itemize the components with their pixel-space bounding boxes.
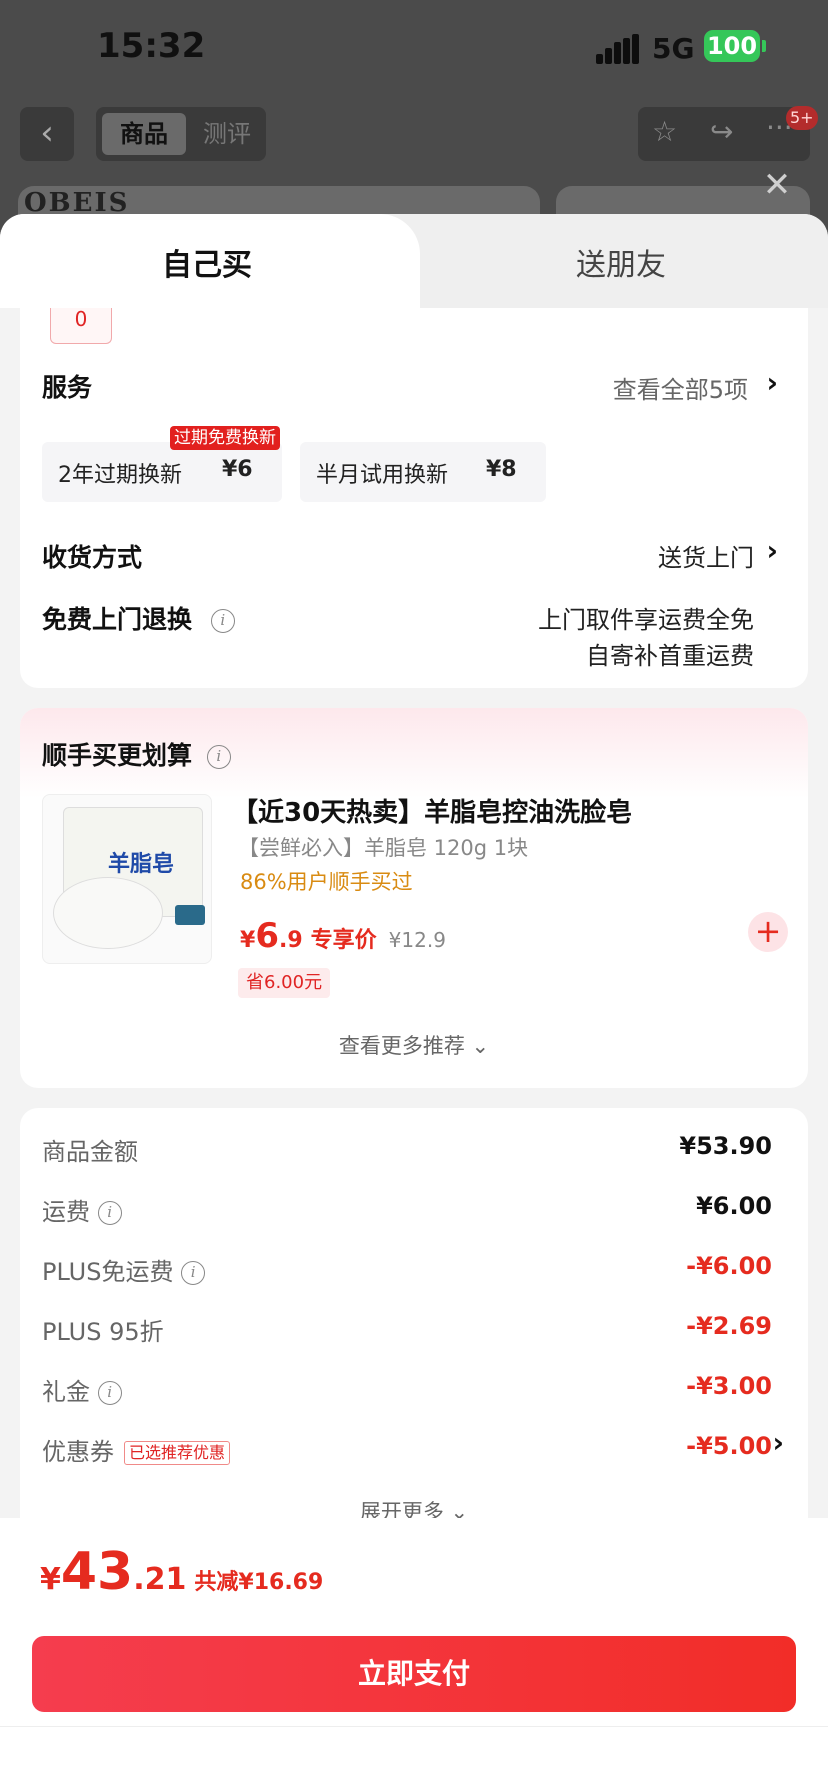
share-icon[interactable]: ↪ bbox=[710, 115, 733, 148]
close-icon[interactable]: ✕ bbox=[760, 168, 794, 202]
service-option-name: 2年过期换新 bbox=[58, 463, 182, 488]
soap-tag-graphic bbox=[175, 905, 205, 925]
price-int: 6 bbox=[255, 916, 279, 956]
tab-gift[interactable]: 送朋友 bbox=[414, 240, 828, 284]
fee-label: 运费 bbox=[42, 1198, 90, 1226]
quantity-stepper[interactable]: 0 bbox=[50, 308, 112, 344]
more-recommendations-label: 查看更多推荐 bbox=[338, 1034, 465, 1058]
service-option-tag: 过期免费换新 bbox=[170, 426, 280, 450]
fee-row: PLUS免运费 i -¥6.00 bbox=[42, 1248, 772, 1288]
status-time: 15:32 bbox=[97, 26, 206, 66]
battery-icon: 100 bbox=[704, 30, 760, 62]
fee-value: ¥6.00 bbox=[696, 1192, 772, 1220]
info-icon[interactable]: i bbox=[206, 745, 231, 769]
fee-row: 礼金 i -¥3.00 bbox=[42, 1368, 772, 1408]
fee-row: PLUS 95折 -¥2.69 bbox=[42, 1308, 772, 1348]
fee-row: 运费 i ¥6.00 bbox=[42, 1188, 772, 1228]
back-icon[interactable]: ‹ bbox=[20, 107, 74, 161]
original-price: ¥12.9 bbox=[388, 928, 446, 952]
fee-value: -¥3.00 bbox=[686, 1372, 772, 1400]
chevron-right-icon[interactable]: › bbox=[766, 534, 778, 567]
save-badge: 省6.00元 bbox=[238, 968, 331, 998]
price-currency: ¥ bbox=[240, 928, 256, 953]
product-hint: 86%用户顺手买过 bbox=[240, 870, 413, 894]
coupon-row[interactable]: 优惠券 已选推荐优惠 -¥5.00 bbox=[42, 1428, 772, 1468]
tab-self[interactable]: 自己买 bbox=[0, 240, 414, 284]
fee-value: -¥6.00 bbox=[686, 1252, 772, 1280]
total-saved: 共减¥16.69 bbox=[194, 1570, 324, 1595]
soap-graphic bbox=[53, 877, 163, 949]
fee-label: PLUS免运费 bbox=[42, 1258, 174, 1286]
signal-icon bbox=[596, 34, 640, 64]
fee-row: 商品金额 ¥53.90 bbox=[42, 1128, 772, 1168]
fee-label-wrap: 优惠券 已选推荐优惠 bbox=[42, 1432, 231, 1467]
product-image[interactable]: 羊脂皂 bbox=[42, 794, 212, 964]
battery-tip bbox=[762, 40, 766, 52]
fee-card: 商品金额 ¥53.90 运费 i ¥6.00 PLUS免运费 i -¥6.00 … bbox=[20, 1108, 808, 1528]
service-card: 0 服务 查看全部5项 › 2年过期换新 ¥6 过期免费换新 半月试用换新 ¥8… bbox=[20, 308, 808, 688]
fee-label: 商品金额 bbox=[42, 1138, 138, 1166]
fee-value: -¥2.69 bbox=[686, 1312, 772, 1340]
free-return-line1: 上门取件享运费全免 bbox=[538, 606, 754, 634]
product-subtitle: 【尝鲜必入】羊脂皂 120g 1块 bbox=[238, 836, 529, 860]
addon-title: 顺手买更划算 bbox=[42, 741, 193, 770]
divider bbox=[0, 1726, 828, 1727]
fee-value: -¥5.00 bbox=[686, 1432, 772, 1460]
service-option[interactable]: 2年过期换新 ¥6 bbox=[42, 442, 282, 502]
free-return-title: 免费上门退换 i bbox=[42, 600, 235, 636]
free-return-line2: 自寄补首重运费 bbox=[586, 642, 754, 670]
coupon-tag: 已选推荐优惠 bbox=[124, 1441, 231, 1465]
price-dec: .9 bbox=[278, 928, 303, 953]
star-icon[interactable]: ☆ bbox=[652, 115, 677, 148]
total-price: ¥43.21 共减¥16.69 bbox=[40, 1542, 323, 1602]
info-icon[interactable]: i bbox=[210, 609, 235, 633]
fee-label: PLUS 95折 bbox=[42, 1318, 164, 1346]
free-return-label: 免费上门退换 bbox=[42, 605, 193, 634]
pay-button[interactable]: 立即支付 bbox=[32, 1636, 796, 1712]
chevron-down-icon: ⌄ bbox=[471, 1034, 490, 1058]
addon-card: 顺手买更划算 i 羊脂皂 【近30天热卖】羊脂皂控油洗脸皂 【尝鲜必入】羊脂皂 … bbox=[20, 708, 808, 1088]
more-recommendations[interactable]: 查看更多推荐 ⌄ bbox=[20, 1030, 808, 1060]
service-option-price: ¥8 bbox=[486, 457, 517, 482]
top-actions: ☆ ↪ ··· bbox=[638, 107, 810, 161]
product-price: ¥6.9 专享价 ¥12.9 bbox=[240, 916, 446, 956]
message-badge: 5+ bbox=[786, 106, 818, 130]
segment-product[interactable]: 商品 bbox=[102, 113, 186, 155]
info-icon[interactable]: i bbox=[97, 1381, 122, 1405]
service-view-all[interactable]: 查看全部5项 bbox=[613, 370, 748, 405]
product-title[interactable]: 【近30天热卖】羊脂皂控油洗脸皂 bbox=[232, 792, 632, 829]
checkout-bar: ¥43.21 共减¥16.69 立即支付 bbox=[0, 1518, 828, 1792]
status-bar: 15:32 5G 100 bbox=[0, 0, 828, 96]
add-to-cart-button[interactable]: + bbox=[748, 912, 788, 952]
service-option-name: 半月试用换新 bbox=[316, 463, 449, 488]
product-review-switch[interactable]: 商品 测评 bbox=[96, 107, 266, 161]
fee-label: 礼金 bbox=[42, 1378, 90, 1406]
service-option-price: ¥6 bbox=[222, 457, 253, 482]
fee-label-wrap: 礼金 i bbox=[42, 1372, 122, 1407]
chevron-right-icon[interactable]: › bbox=[772, 1426, 784, 1459]
background-page: 15:32 5G 100 ‹ 商品 测评 ☆ ↪ ··· 5+ OBEIS ✕ bbox=[0, 0, 828, 246]
fee-label: 优惠券 bbox=[42, 1438, 114, 1466]
info-icon[interactable]: i bbox=[181, 1261, 206, 1285]
product-image-brand: 羊脂皂 bbox=[108, 852, 175, 877]
segment-review[interactable]: 测评 bbox=[192, 113, 262, 155]
service-title: 服务 bbox=[42, 373, 93, 402]
fee-label-wrap: PLUS免运费 i bbox=[42, 1252, 206, 1287]
addon-title-row: 顺手买更划算 i bbox=[42, 736, 231, 772]
chevron-right-icon[interactable]: › bbox=[766, 366, 778, 399]
delivery-value[interactable]: 送货上门 bbox=[658, 538, 754, 573]
network-type: 5G bbox=[652, 32, 695, 65]
fee-value: ¥53.90 bbox=[679, 1132, 772, 1160]
info-icon[interactable]: i bbox=[97, 1201, 122, 1225]
total-int: 43 bbox=[60, 1542, 134, 1602]
delivery-title: 收货方式 bbox=[42, 543, 143, 572]
total-currency: ¥ bbox=[40, 1562, 61, 1597]
total-dec: .21 bbox=[133, 1562, 187, 1597]
service-option[interactable]: 半月试用换新 ¥8 bbox=[300, 442, 546, 502]
fee-label-wrap: 运费 i bbox=[42, 1192, 122, 1227]
price-label: 专享价 bbox=[310, 928, 377, 953]
